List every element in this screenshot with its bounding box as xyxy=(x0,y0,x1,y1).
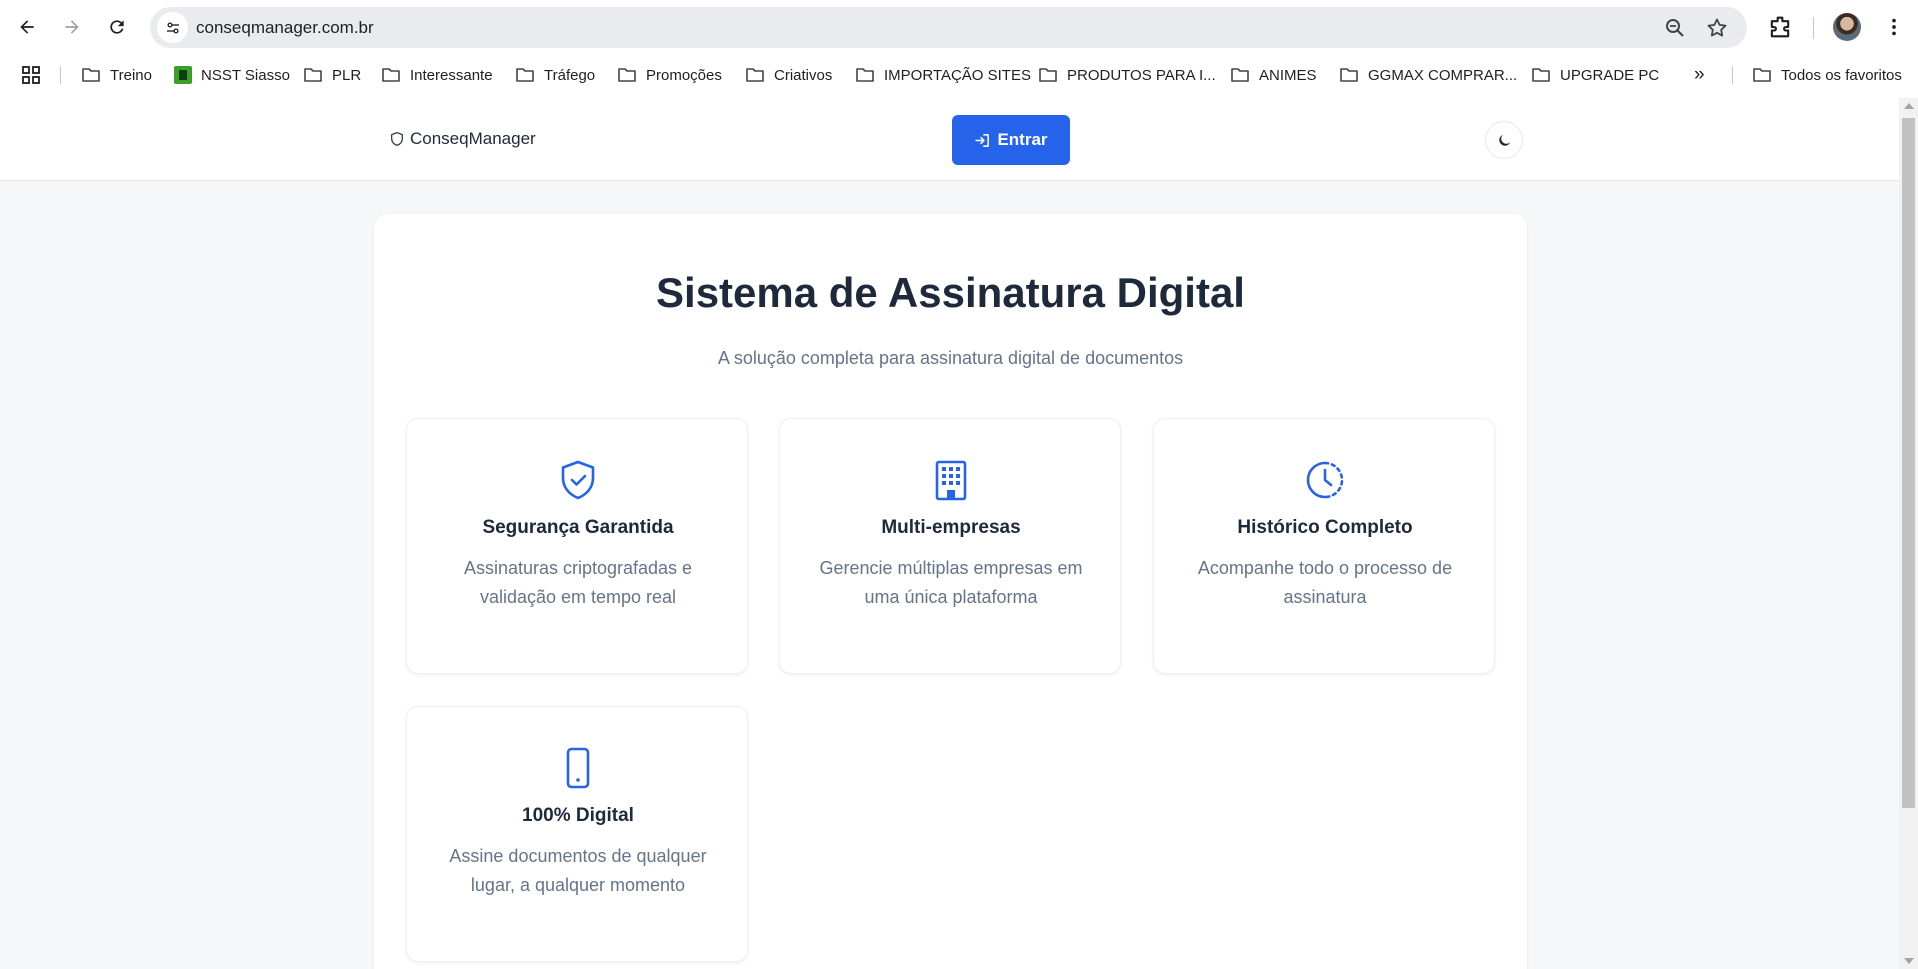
smartphone-icon xyxy=(558,747,598,789)
folder-icon xyxy=(856,68,874,82)
site-header: ConseqManager Entrar xyxy=(0,98,1899,181)
brand-logo[interactable]: ConseqManager xyxy=(389,129,536,149)
bookmark-label: Tráfego xyxy=(544,66,596,84)
feature-description: Acompanhe todo o processo de assinatura xyxy=(1197,558,1453,607)
login-icon xyxy=(975,133,990,147)
forward-button[interactable] xyxy=(55,10,89,44)
feature-card: 100% Digital Assine documentos de qualqu… xyxy=(406,706,748,962)
puzzle-icon[interactable] xyxy=(1766,13,1794,41)
moon-icon xyxy=(1498,134,1510,146)
bookmark-label: Treino xyxy=(110,66,152,84)
arrow-left-icon xyxy=(20,20,34,34)
theme-toggle-button[interactable] xyxy=(1485,121,1523,159)
bookmark-item[interactable]: PLR xyxy=(303,63,361,87)
feature-description: Assinaturas criptografadas e validação e… xyxy=(463,558,693,607)
page-viewport: ConseqManager Entrar Sistema de Assinatu… xyxy=(0,98,1899,969)
scroll-up-icon[interactable] xyxy=(1904,103,1914,109)
bookmark-label: ANIMES xyxy=(1259,66,1317,84)
login-label: Entrar xyxy=(997,130,1048,149)
profile-avatar[interactable] xyxy=(1833,13,1861,41)
bookmark-item[interactable]: Interessante xyxy=(381,63,493,87)
reload-button[interactable] xyxy=(100,10,134,44)
feature-title: Multi-empresas xyxy=(881,517,1021,538)
site-info-button[interactable] xyxy=(157,12,188,43)
bookmark-item[interactable]: Treino xyxy=(81,63,152,87)
feature-description: Gerencie múltiplas empresas em uma única… xyxy=(819,558,1083,607)
bookmark-label: NSST Siasso xyxy=(201,66,290,84)
address-bar[interactable]: conseqmanager.com.br xyxy=(150,7,1747,48)
apps-button[interactable] xyxy=(21,63,41,87)
folder-icon xyxy=(382,68,400,82)
bookmarks-bar: Treino NSST Siasso PLR Interessante Tráf… xyxy=(0,55,1918,95)
tune-icon xyxy=(166,21,179,34)
feature-card: Histórico Completo Acompanhe todo o proc… xyxy=(1153,418,1495,674)
bookmark-label: Promoções xyxy=(646,66,722,84)
star-icon[interactable] xyxy=(1705,16,1729,40)
folder-icon xyxy=(1753,68,1771,82)
folder-icon xyxy=(1532,68,1550,82)
brand-name: ConseqManager xyxy=(410,129,536,148)
feature-title: Histórico Completo xyxy=(1237,517,1413,538)
hero-card: Sistema de Assinatura Digital A solução … xyxy=(374,214,1527,969)
page-title: Sistema de Assinatura Digital xyxy=(656,269,1245,316)
bookmark-label: PRODUTOS PARA I... xyxy=(1067,66,1216,84)
feature-card: Multi-empresas Gerencie múltiplas empres… xyxy=(779,418,1121,674)
zoom-icon[interactable] xyxy=(1663,16,1687,40)
bookmark-label: UPGRADE PC xyxy=(1560,66,1660,84)
feature-title: Segurança Garantida xyxy=(482,517,674,538)
bookmark-item[interactable]: NSST Siasso xyxy=(174,63,290,87)
scroll-down-icon[interactable] xyxy=(1904,958,1914,964)
bookmark-item[interactable]: Criativos xyxy=(745,63,832,87)
folder-icon xyxy=(304,68,322,82)
building-icon xyxy=(931,459,971,501)
feature-title: 100% Digital xyxy=(522,805,634,826)
bookmark-item[interactable]: Promoções xyxy=(617,63,722,87)
bookmark-item[interactable]: IMPORTAÇÃO SITES xyxy=(855,63,1031,87)
browser-chrome: conseqmanager.com.br Treino NSST Siasso … xyxy=(0,0,1918,98)
page-scrollbar[interactable] xyxy=(1899,98,1918,969)
bookmark-item[interactable]: GGMAX COMPRAR... xyxy=(1339,63,1517,87)
folder-icon xyxy=(1231,68,1249,82)
toolbar-divider xyxy=(1813,17,1814,39)
bookmark-label: Criativos xyxy=(774,66,833,84)
bookmark-item[interactable]: UPGRADE PC xyxy=(1531,63,1659,87)
browser-toolbar: conseqmanager.com.br xyxy=(0,0,1918,55)
feature-description: Assine documentos de qualquer lugar, a q… xyxy=(449,846,707,895)
clock-history-icon xyxy=(1305,459,1345,501)
site-favicon xyxy=(174,66,192,84)
chevron-double-right-icon: » xyxy=(1694,64,1705,85)
login-button[interactable]: Entrar xyxy=(952,115,1070,165)
more-vert-icon xyxy=(1892,18,1896,36)
apps-grid-icon xyxy=(22,66,40,84)
back-button[interactable] xyxy=(10,10,44,44)
bookmark-label: IMPORTAÇÃO SITES xyxy=(884,66,1031,84)
browser-menu-button[interactable] xyxy=(1880,13,1908,41)
url-text[interactable]: conseqmanager.com.br xyxy=(196,18,374,38)
bookmarks-divider xyxy=(60,66,61,84)
shield-icon xyxy=(391,132,403,146)
reload-icon xyxy=(110,20,124,34)
bookmark-item[interactable]: Tráfego xyxy=(515,63,595,87)
bookmark-label: Todos os favoritos xyxy=(1781,66,1902,84)
folder-icon xyxy=(746,68,764,82)
bookmark-item[interactable]: ANIMES xyxy=(1230,63,1317,87)
bookmark-label: PLR xyxy=(332,66,362,84)
folder-icon xyxy=(516,68,534,82)
bookmark-label: GGMAX COMPRAR... xyxy=(1368,66,1518,84)
page-subtitle: A solução completa para assinatura digit… xyxy=(717,348,1184,368)
folder-icon xyxy=(1039,68,1057,82)
bookmarks-overflow-button[interactable]: » xyxy=(1694,63,1705,87)
scrollbar-thumb[interactable] xyxy=(1902,118,1915,808)
bookmarks-divider xyxy=(1732,66,1733,84)
arrow-right-icon xyxy=(65,20,79,34)
all-bookmarks-item[interactable]: Todos os favoritos xyxy=(1752,63,1902,87)
bookmark-item[interactable]: PRODUTOS PARA I... xyxy=(1038,63,1216,87)
folder-icon xyxy=(618,68,636,82)
folder-icon xyxy=(1340,68,1358,82)
feature-card: Segurança Garantida Assinaturas criptogr… xyxy=(406,418,748,674)
bookmark-label: Interessante xyxy=(410,66,493,84)
folder-icon xyxy=(82,68,100,82)
shield-check-icon xyxy=(558,459,598,501)
